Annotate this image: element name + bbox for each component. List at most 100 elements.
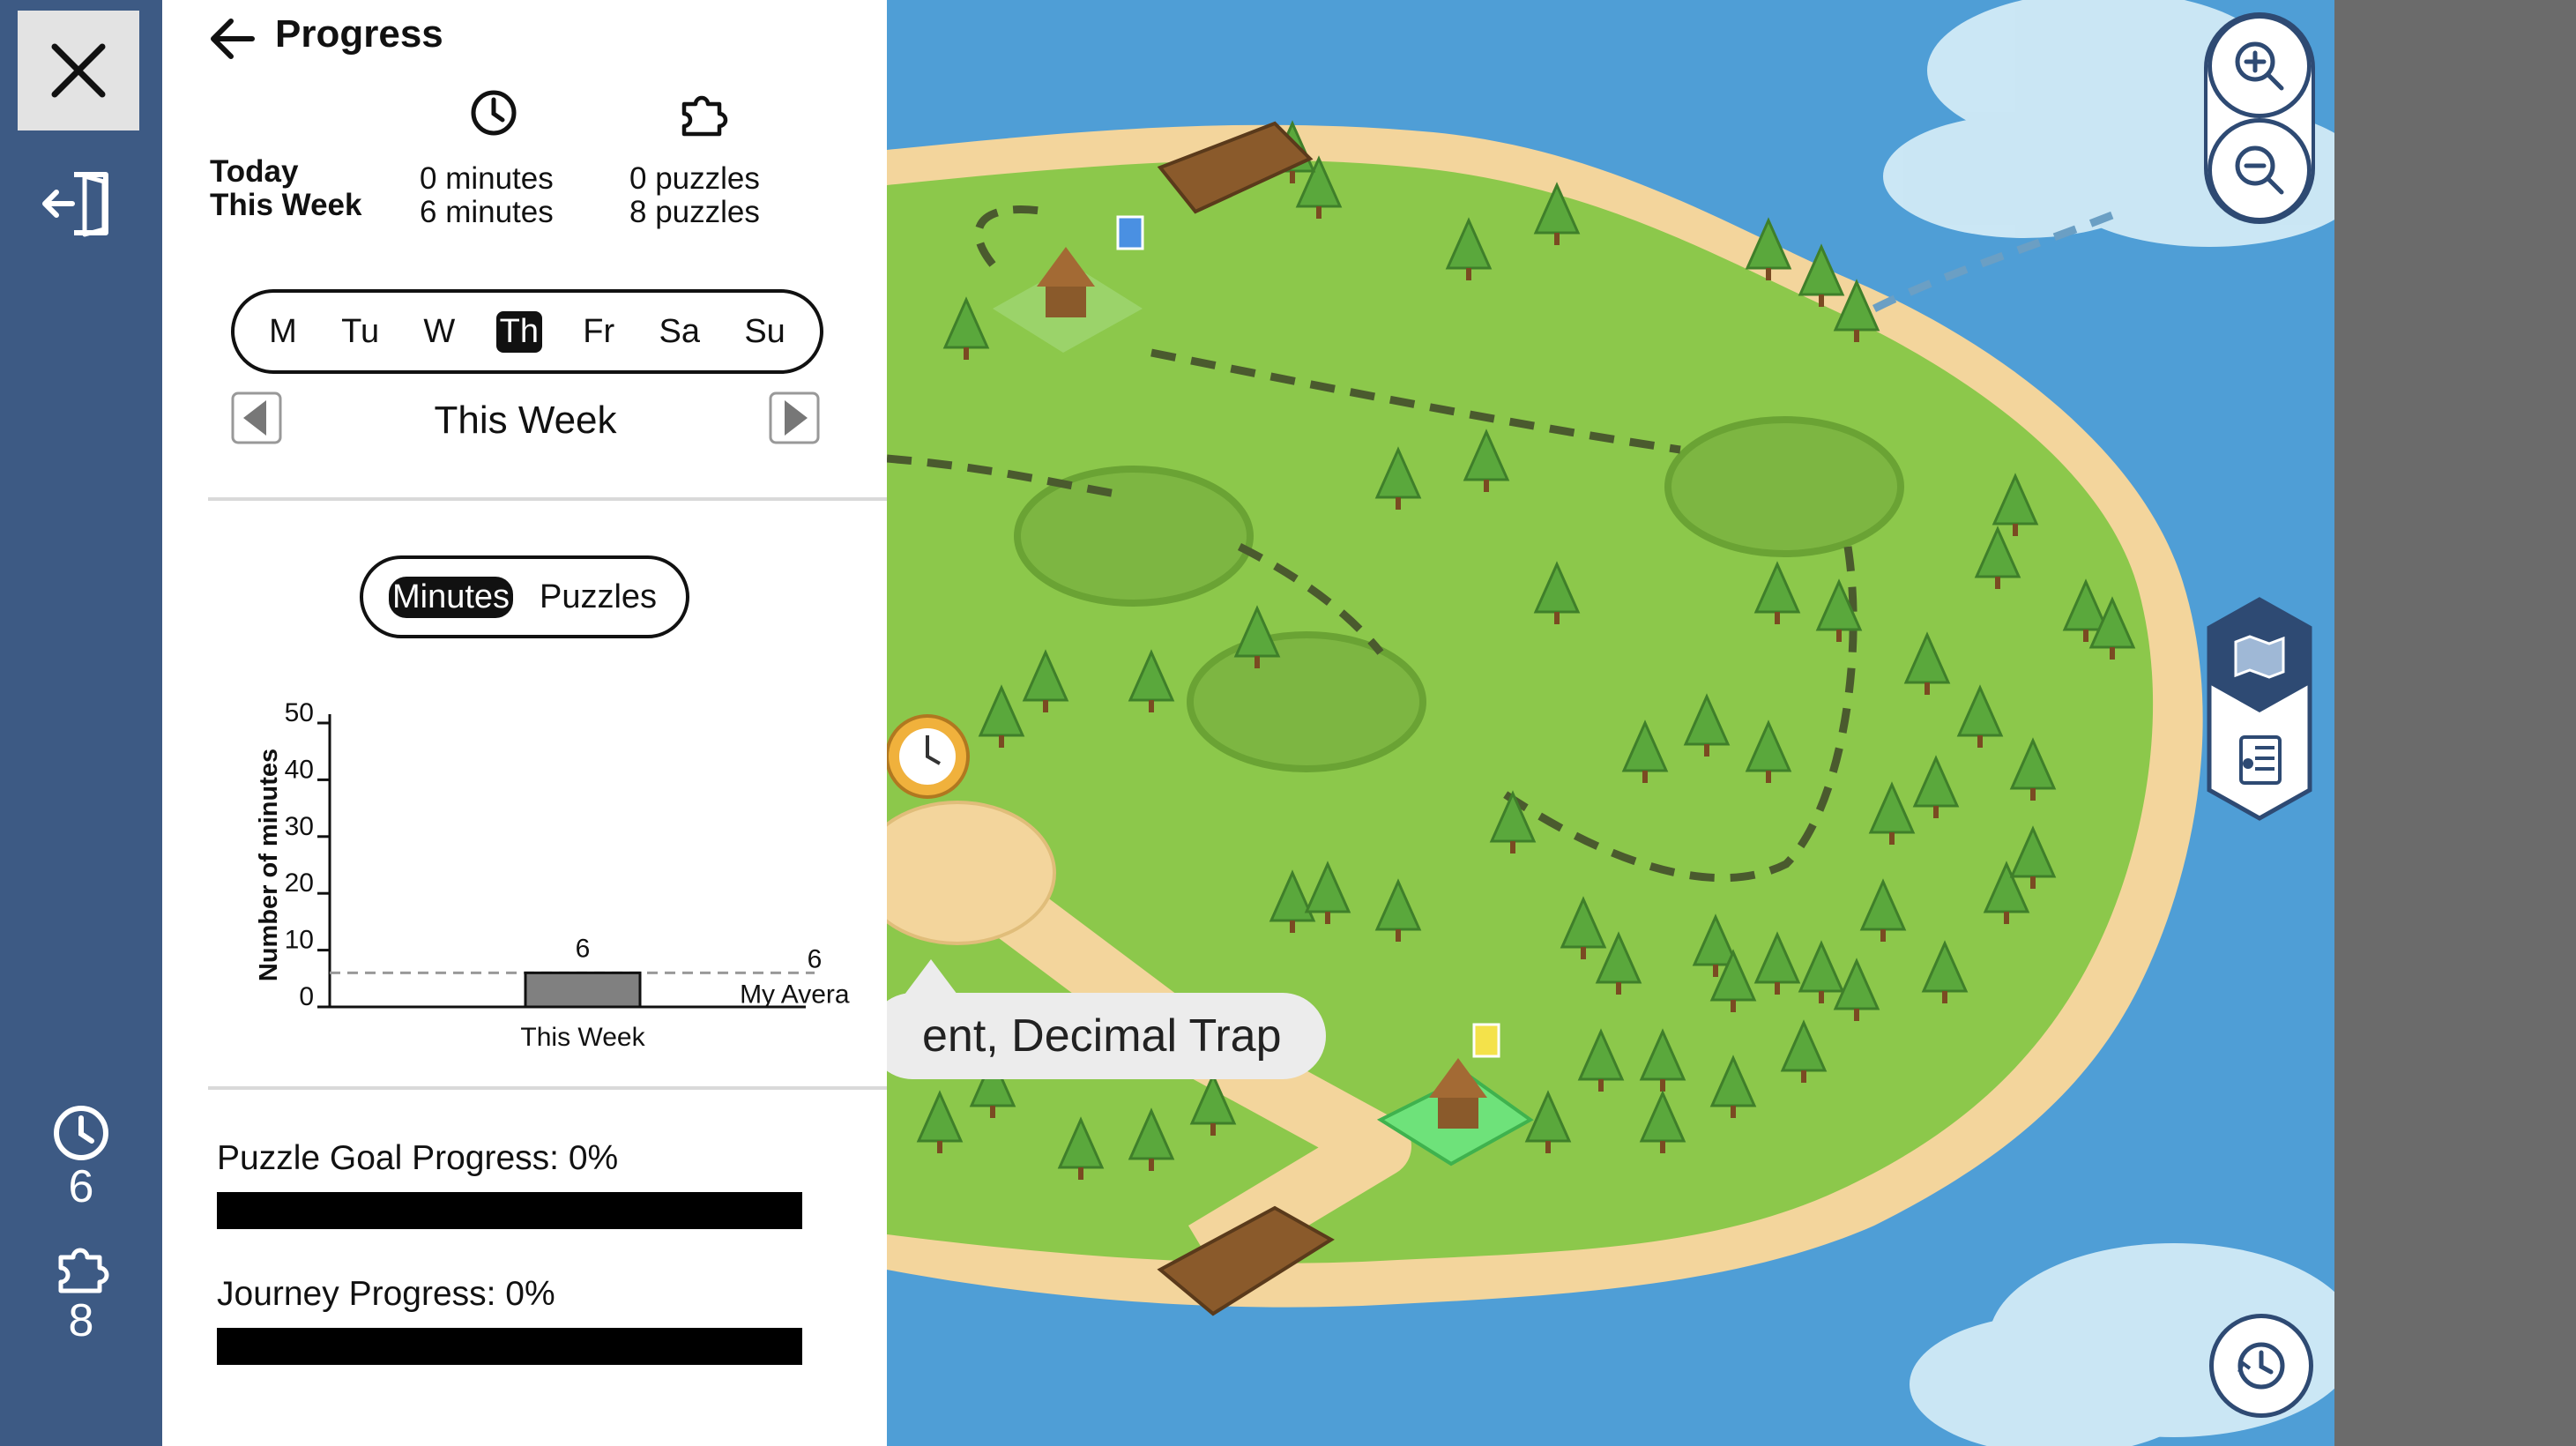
metric-puzzles[interactable]: Puzzles: [536, 577, 660, 618]
bar-0: [524, 971, 642, 1009]
tree-trunk: [1731, 1000, 1736, 1012]
tree-trunk: [1642, 771, 1648, 783]
list-icon: [2239, 735, 2282, 785]
y-tick-label: 30: [285, 812, 314, 841]
island-map-illustration[interactable]: [887, 0, 2334, 1446]
history-button[interactable]: [2209, 1314, 2313, 1418]
tree-trunk: [1396, 929, 1401, 942]
stats-label-today: Today: [210, 154, 299, 189]
close-icon: [51, 43, 106, 98]
week-label: This Week: [434, 399, 617, 442]
left-rail: 6 8: [0, 0, 162, 1446]
tree-trunk: [1210, 1123, 1216, 1136]
tree-trunk: [1510, 841, 1515, 853]
metric-minutes[interactable]: Minutes: [388, 576, 514, 618]
day-sa[interactable]: Sa: [656, 311, 704, 353]
rail-puzzles-count: 8: [68, 1295, 94, 1346]
tree-trunk: [1598, 1079, 1604, 1092]
y-tick-label: 0: [299, 982, 314, 1011]
tree-trunk: [999, 735, 1004, 748]
level-callout[interactable]: ent, Decimal Trap: [887, 959, 1326, 1079]
tree-trunk: [1554, 233, 1560, 245]
tree-trunk: [2083, 630, 2088, 642]
tree-trunk: [1660, 1141, 1665, 1153]
tree-trunk: [2030, 788, 2036, 801]
zoom-in-icon: [2235, 41, 2284, 91]
tree-trunk: [1043, 700, 1048, 712]
rail-minutes-stat: 6: [0, 1104, 162, 1210]
y-tick-label: 10: [285, 926, 314, 955]
day-m[interactable]: M: [265, 311, 301, 353]
next-week-button[interactable]: [769, 391, 820, 444]
tree-trunk: [1836, 630, 1842, 642]
y-tick-label: 40: [285, 755, 314, 784]
stats-today-puzzles: 0 puzzles: [629, 161, 760, 196]
tree-trunk: [1854, 330, 1859, 342]
tree-trunk: [1581, 947, 1586, 959]
clock-history-icon: [2237, 1342, 2285, 1390]
stats-label-week: This Week: [210, 188, 362, 222]
tree-trunk: [1704, 744, 1709, 757]
map-view-button[interactable]: [2234, 635, 2285, 679]
tree-trunk: [1466, 268, 1471, 280]
day-tu[interactable]: Tu: [338, 311, 383, 353]
tree-trunk: [1933, 806, 1939, 818]
exit-button[interactable]: [41, 168, 116, 240]
tree-trunk: [1977, 735, 1983, 748]
tree-trunk: [1254, 656, 1260, 668]
arrow-left-icon: [211, 19, 255, 59]
day-w[interactable]: W: [420, 311, 458, 353]
view-toggle: [2207, 597, 2312, 821]
tree-trunk: [1290, 921, 1295, 933]
journey-map[interactable]: ent, Decimal Trap: [887, 0, 2334, 1446]
tree-trunk: [1484, 480, 1489, 492]
journey-progress-bar: [217, 1328, 802, 1365]
tree-trunk: [1713, 965, 1718, 977]
average-value-label: 6: [808, 944, 823, 973]
tree-trunk: [1942, 991, 1947, 1003]
zoom-in-button[interactable]: [2207, 14, 2312, 118]
tree-trunk: [1880, 929, 1886, 942]
y-tick-label: 20: [285, 868, 314, 898]
day-fr[interactable]: Fr: [579, 311, 618, 353]
puzzle-goal-label: Puzzle Goal Progress: 0%: [217, 1139, 619, 1177]
previous-week-button[interactable]: [231, 391, 282, 444]
day-selector: M Tu W Th Fr Sa Su: [231, 289, 823, 374]
tree-trunk: [1889, 832, 1895, 845]
tree-trunk: [1554, 612, 1560, 624]
day-th[interactable]: Th: [495, 310, 542, 353]
puzzle-icon: [681, 95, 728, 137]
tree-trunk: [2030, 876, 2036, 889]
divider: [208, 1086, 887, 1090]
divider: [208, 497, 887, 501]
tree-trunk: [1819, 294, 1824, 307]
tree-trunk: [1078, 1167, 1083, 1180]
tree-trunk: [1854, 1009, 1859, 1021]
back-button[interactable]: [208, 16, 257, 62]
stats-today-minutes: 0 minutes: [420, 161, 554, 196]
progress-panel: Progress Today This Week 0 minutes 6 min…: [162, 0, 887, 1446]
puzzle-icon: [58, 1248, 109, 1293]
rail-minutes-count: 6: [68, 1161, 94, 1212]
x-category-label: This Week: [520, 1023, 645, 1052]
metric-toggle: Minutes Puzzles: [360, 555, 689, 638]
tree-trunk: [1995, 577, 2000, 589]
clock-icon: [471, 90, 517, 136]
stats-week-puzzles: 8 puzzles: [629, 195, 760, 229]
day-su[interactable]: Su: [741, 311, 788, 353]
tree-trunk: [937, 1141, 942, 1153]
close-button[interactable]: [18, 11, 139, 130]
tree-trunk: [2013, 524, 2018, 536]
list-view-button[interactable]: [2239, 735, 2282, 785]
exit-door-icon: [42, 172, 108, 237]
tree-trunk: [1819, 991, 1824, 1003]
tree-trunk: [1801, 1070, 1806, 1083]
tree-trunk: [990, 1106, 995, 1118]
y-tick-label: 50: [285, 698, 314, 727]
zoom-out-button[interactable]: [2207, 118, 2312, 222]
tree-trunk: [2004, 912, 2009, 924]
rail-puzzles-stat: 8: [0, 1238, 162, 1344]
map-icon: [2234, 635, 2285, 679]
clock-icon: [54, 1106, 108, 1160]
tree-trunk: [1149, 1159, 1154, 1171]
